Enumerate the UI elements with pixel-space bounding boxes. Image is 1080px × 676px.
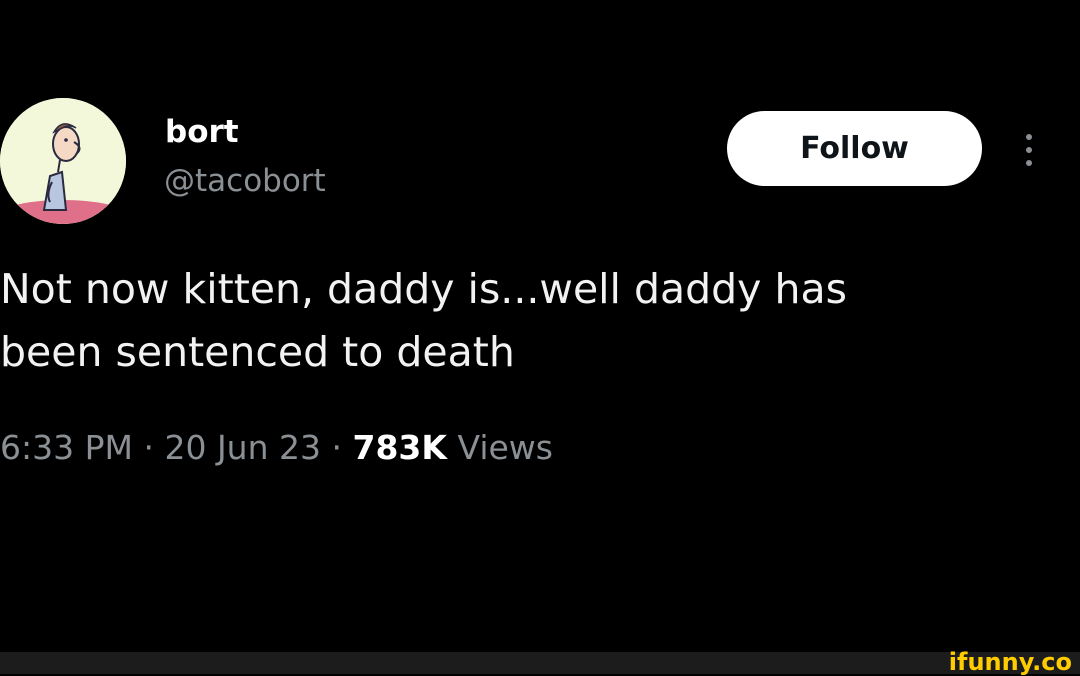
meta-separator: · bbox=[143, 428, 154, 467]
display-name[interactable]: bort bbox=[165, 114, 239, 150]
more-vertical-icon[interactable] bbox=[1018, 130, 1042, 170]
tweet-text-line: Not now kitten, daddy is...well daddy ha… bbox=[0, 265, 847, 313]
user-handle[interactable]: @tacobort bbox=[164, 163, 326, 199]
more-dot bbox=[1026, 147, 1032, 153]
more-dot bbox=[1026, 160, 1032, 166]
tweet-text-line: been sentenced to death bbox=[0, 328, 515, 376]
meta-separator: · bbox=[331, 428, 343, 467]
tweet-time[interactable]: 6:33 PM bbox=[0, 428, 133, 467]
avatar[interactable] bbox=[0, 98, 126, 224]
watermark-bar bbox=[0, 652, 1080, 674]
tweet-text: Not now kitten, daddy is...well daddy ha… bbox=[0, 258, 1000, 384]
views-count: 783K bbox=[352, 428, 447, 467]
tweet-date[interactable]: 20 Jun 23 bbox=[164, 428, 321, 467]
tweet-card: bort @tacobort Follow Not now kitten, da… bbox=[0, 0, 1080, 652]
avatar-illustration bbox=[0, 98, 126, 224]
ifunny-watermark: ifunny.co bbox=[948, 648, 1072, 676]
views-label: Views bbox=[457, 428, 553, 467]
follow-button[interactable]: Follow bbox=[727, 111, 982, 186]
more-dot bbox=[1026, 134, 1032, 140]
tweet-meta: 6:33 PM · 20 Jun 23 · 783K Views bbox=[0, 428, 553, 467]
